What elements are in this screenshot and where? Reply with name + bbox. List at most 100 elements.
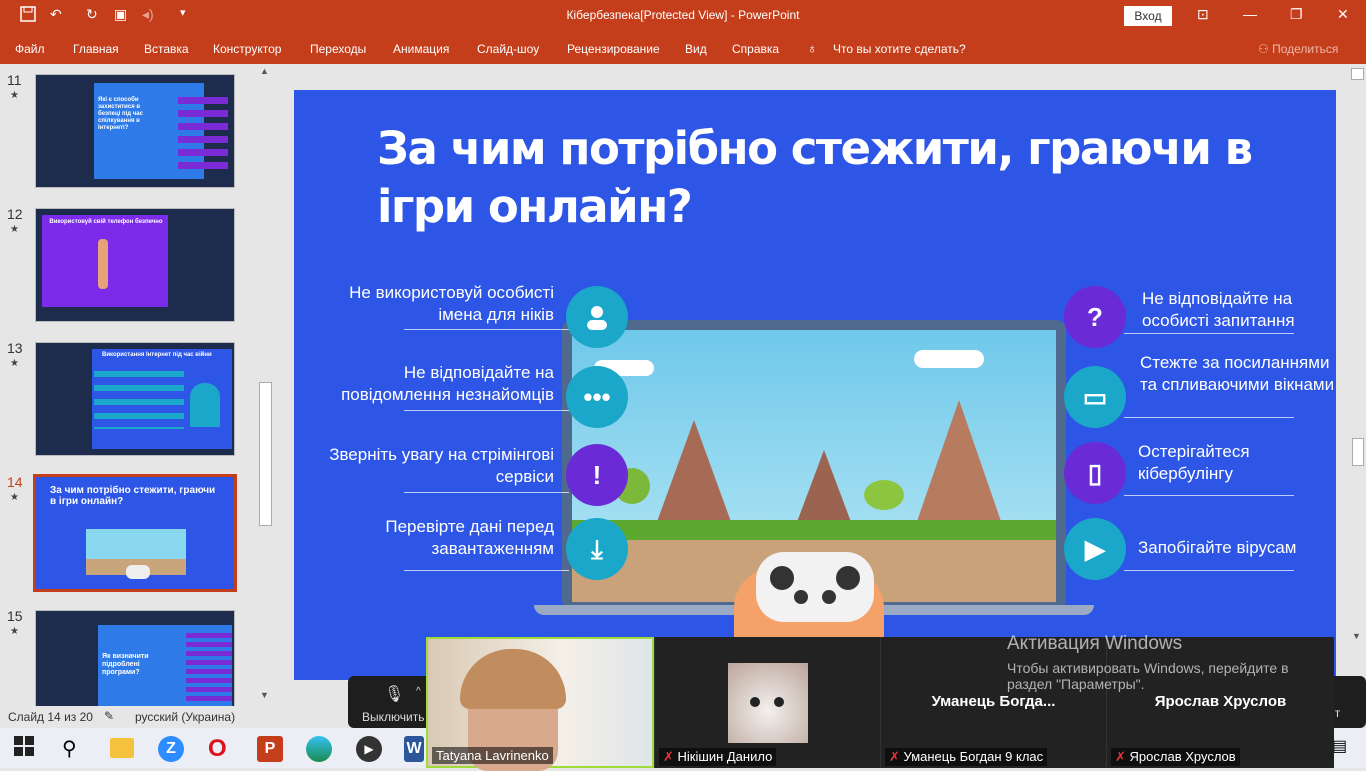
login-button[interactable]: Вход <box>1124 6 1172 26</box>
thumbnail-number: 12 <box>7 206 23 222</box>
close-icon[interactable]: ✕ <box>1337 6 1349 23</box>
tip-right-2[interactable]: Стежте за посиланнями та спливаючими вік… <box>1140 352 1336 396</box>
thumbnail-scrollbar[interactable]: ▲ ▼ <box>257 64 274 706</box>
ribbon-display-icon[interactable]: ⊡ <box>1197 6 1209 23</box>
tab-review[interactable]: Рецензирование <box>567 42 660 56</box>
thumbnail-slide-13[interactable]: Використання Інтернет під час війни <box>35 342 235 456</box>
tip-right-3[interactable]: Остерігайтеся кібербулінгу <box>1138 441 1328 485</box>
participant-name: Tatyana Lavrinenko <box>432 747 553 764</box>
thumbnail-slide-12[interactable]: Використовуй свій телефон безпечно <box>35 208 235 322</box>
tip-right-1[interactable]: Не відповідайте на особисті запитання <box>1142 288 1332 332</box>
gamepad-icon <box>756 552 874 622</box>
tip-left-4[interactable]: Перевірте дані перед завантаженням <box>314 516 554 560</box>
download-icon: ⤓ <box>566 518 628 580</box>
participant-tile[interactable]: Tatyana Lavrinenko <box>426 637 654 771</box>
animation-star-icon: ★ <box>10 358 19 369</box>
edge-icon[interactable] <box>306 736 332 762</box>
zoom-app-icon[interactable]: Z <box>158 736 184 762</box>
popup-window-icon: ▭ <box>1064 366 1126 428</box>
slide-scrollbar[interactable]: ▼ <box>1349 64 1366 706</box>
title-bar: ↶ ↻ ▣ ◂) ▾ Кібербезпека[Protected View] … <box>0 0 1366 32</box>
word-icon[interactable]: W <box>404 736 424 762</box>
slide-title[interactable]: За чим потрібно стежити, граючи в ігри о… <box>377 120 1257 236</box>
share-label: Поделиться <box>1272 42 1339 56</box>
tip-left-2[interactable]: Не відповідайте на повідомлення незнайом… <box>314 362 554 406</box>
microphone-icon[interactable]: 🎙 <box>384 684 404 704</box>
participant-name: ✗ Уманець Богдан 9 клас <box>885 748 1048 766</box>
divider <box>1124 570 1294 571</box>
file-explorer-icon[interactable] <box>110 738 134 758</box>
tip-left-3[interactable]: Зверніть увагу на стрімінгові сервіси <box>314 444 554 488</box>
scroll-down-icon[interactable]: ▼ <box>260 690 269 700</box>
participant-tile[interactable]: ✗ Нікішин Данило <box>654 637 880 768</box>
thumbnail-slide-14[interactable]: За чим потрібно стежити, граючи в ігри о… <box>33 474 237 592</box>
tip-left-1[interactable]: Не використовуй особисті імена для ніків <box>314 282 554 326</box>
ribbon-tabs: Файл Главная Вставка Конструктор Переход… <box>0 32 1366 64</box>
activation-title: Активация Windows <box>1007 633 1183 654</box>
thumbnail-title: Як визначити підроблені програми? <box>102 653 149 676</box>
participant-name-text: Нікішин Данило <box>677 749 773 764</box>
cyberbullying-phone-icon: ▯ <box>1064 442 1126 504</box>
tab-help[interactable]: Справка <box>732 42 779 56</box>
thumbnail-number: 14 <box>7 474 23 490</box>
mute-button[interactable]: Выключить <box>362 710 424 724</box>
thumbnail-title: Використовуй свій телефон безпечно <box>49 219 163 225</box>
powerpoint-icon[interactable]: P <box>257 736 283 762</box>
windows-start-icon[interactable] <box>14 736 40 762</box>
tab-transitions[interactable]: Переходы <box>310 42 366 56</box>
tip-right-4[interactable]: Запобігайте вірусам <box>1138 537 1328 559</box>
language-status[interactable]: русский (Украина) <box>135 710 235 724</box>
thumbnail-slide-15[interactable]: Як визначити підроблені програми? <box>35 610 235 706</box>
search-icon[interactable]: ⚲ <box>62 736 88 762</box>
tab-animations[interactable]: Анимация <box>393 42 449 56</box>
maximize-icon[interactable]: ❐ <box>1290 6 1303 23</box>
divider <box>1124 417 1294 418</box>
chevron-up-icon[interactable]: ^ <box>416 686 421 697</box>
media-player-icon[interactable]: ▶ <box>356 736 382 762</box>
slide-editing-area[interactable]: За чим потрібно стежити, граючи в ігри о… <box>277 64 1350 706</box>
tab-slideshow[interactable]: Слайд-шоу <box>477 42 539 56</box>
thumbnail-title: За чим потрібно стежити, граючи в ігри о… <box>50 485 216 507</box>
tab-view[interactable]: Вид <box>685 42 707 56</box>
tab-home[interactable]: Главная <box>73 42 119 56</box>
shield-icon: ! <box>566 444 628 506</box>
thumbnail-slide-11[interactable]: Які є способи захиститися в безпеці під … <box>35 74 235 188</box>
slide-count[interactable]: Слайд 14 из 20 <box>8 710 93 724</box>
notifications-icon[interactable]: ▤ <box>1332 736 1358 762</box>
current-slide[interactable]: За чим потрібно стежити, граючи в ігри о… <box>294 90 1336 680</box>
minimize-icon[interactable]: — <box>1243 6 1257 22</box>
slide-thumbnail-pane[interactable]: 11 ★ Які є способи захиститися в безпеці… <box>0 64 256 706</box>
question-icon: ? <box>1064 286 1126 348</box>
scroll-up-icon[interactable] <box>1351 68 1364 80</box>
tab-file[interactable]: Файл <box>15 42 45 56</box>
tell-me-search[interactable]: Что вы хотите сделать? <box>833 42 966 56</box>
share-button[interactable]: ⚇ Поделиться <box>1258 42 1338 56</box>
thumbnail-number: 13 <box>7 340 23 356</box>
muted-mic-icon: ✗ <box>889 749 900 764</box>
opera-icon[interactable]: O <box>208 736 234 762</box>
scrollbar-thumb[interactable] <box>1352 438 1364 466</box>
spellcheck-icon[interactable]: ✎ <box>104 709 114 723</box>
scroll-down-icon[interactable]: ▼ <box>1352 631 1361 641</box>
participant-name: ✗ Нікішин Данило <box>659 748 777 766</box>
lightbulb-icon: ♁ <box>807 40 818 56</box>
divider <box>404 329 569 330</box>
tab-design[interactable]: Конструктор <box>213 42 281 56</box>
thumbnail-title: Використання Інтернет під час війни <box>102 352 212 358</box>
animation-star-icon: ★ <box>10 492 19 503</box>
scrollbar-thumb[interactable] <box>259 382 272 526</box>
muted-mic-icon: ✗ <box>663 749 674 764</box>
tab-insert[interactable]: Вставка <box>144 42 189 56</box>
thumbnail-title: Які є способи захиститися в безпеці під … <box>98 97 143 131</box>
windows-activation-watermark: Активация Windows Чтобы активировать Win… <box>1007 633 1337 692</box>
participant-display-name: Ярослав Хруслов <box>1154 693 1287 710</box>
participant-name-text: Уманець Богдан 9 клас <box>903 749 1044 764</box>
participant-display-name: Уманець Богда... <box>931 693 1056 710</box>
animation-star-icon: ★ <box>10 224 19 235</box>
thumbnail-number: 11 <box>7 72 22 88</box>
scroll-up-icon[interactable]: ▲ <box>260 66 269 76</box>
person-icon: ⚇ <box>1258 42 1273 56</box>
animation-star-icon: ★ <box>10 90 19 101</box>
divider <box>1124 495 1294 496</box>
chat-bubble-icon: ••• <box>566 366 628 428</box>
